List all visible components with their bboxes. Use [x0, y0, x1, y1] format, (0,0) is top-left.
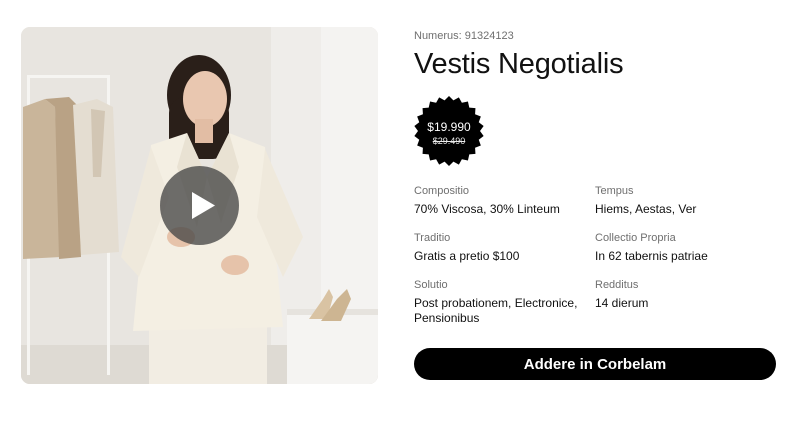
product-page: Numerus: 91324123 Vestis Negotialis $19.…: [0, 0, 800, 423]
price-current: $19.990: [427, 120, 471, 134]
spec-payment: Solutio Post probationem, Electronice, P…: [414, 278, 590, 326]
add-to-cart-button[interactable]: Addere in Corbelam: [414, 348, 776, 380]
spec-season: Tempus Hiems, Aestas, Ver: [595, 184, 775, 217]
sku-line: Numerus: 91324123: [414, 30, 514, 42]
play-button[interactable]: [160, 166, 239, 245]
spec-delivery: Traditio Gratis a pretio $100: [414, 231, 594, 264]
price-badge: $19.990 $29.490: [414, 96, 484, 166]
spec-label: Solutio: [414, 279, 448, 291]
product-video[interactable]: [21, 27, 378, 384]
spec-returns: Redditus 14 dierum: [595, 278, 775, 311]
spec-value: Post probationem, Electronice, Pensionib…: [414, 296, 578, 325]
product-title: Vestis Negotialis: [414, 48, 624, 80]
product-info: Numerus: 91324123 Vestis Negotialis $19.…: [414, 0, 776, 423]
spec-label: Tempus: [595, 185, 634, 197]
spec-value: Gratis a pretio $100: [414, 249, 520, 263]
spec-value: 70% Viscosa, 30% Linteum: [414, 202, 560, 216]
spec-label: Compositio: [414, 185, 470, 197]
sku-label: Numerus:: [414, 30, 462, 42]
play-icon: [192, 192, 215, 219]
price-original: $29.490: [432, 136, 466, 146]
spec-value: Hiems, Aestas, Ver: [595, 202, 697, 216]
spec-label: Traditio: [414, 232, 451, 244]
spec-label: Redditus: [595, 279, 639, 291]
spec-label: Collectio Propria: [595, 232, 676, 244]
sku-value: 91324123: [464, 30, 514, 42]
spec-composition: Compositio 70% Viscosa, 30% Linteum: [414, 184, 594, 217]
spec-pickup: Collectio Propria In 62 tabernis patriae: [595, 231, 775, 264]
spec-value: In 62 tabernis patriae: [595, 249, 708, 263]
spec-value: 14 dierum: [595, 296, 649, 310]
